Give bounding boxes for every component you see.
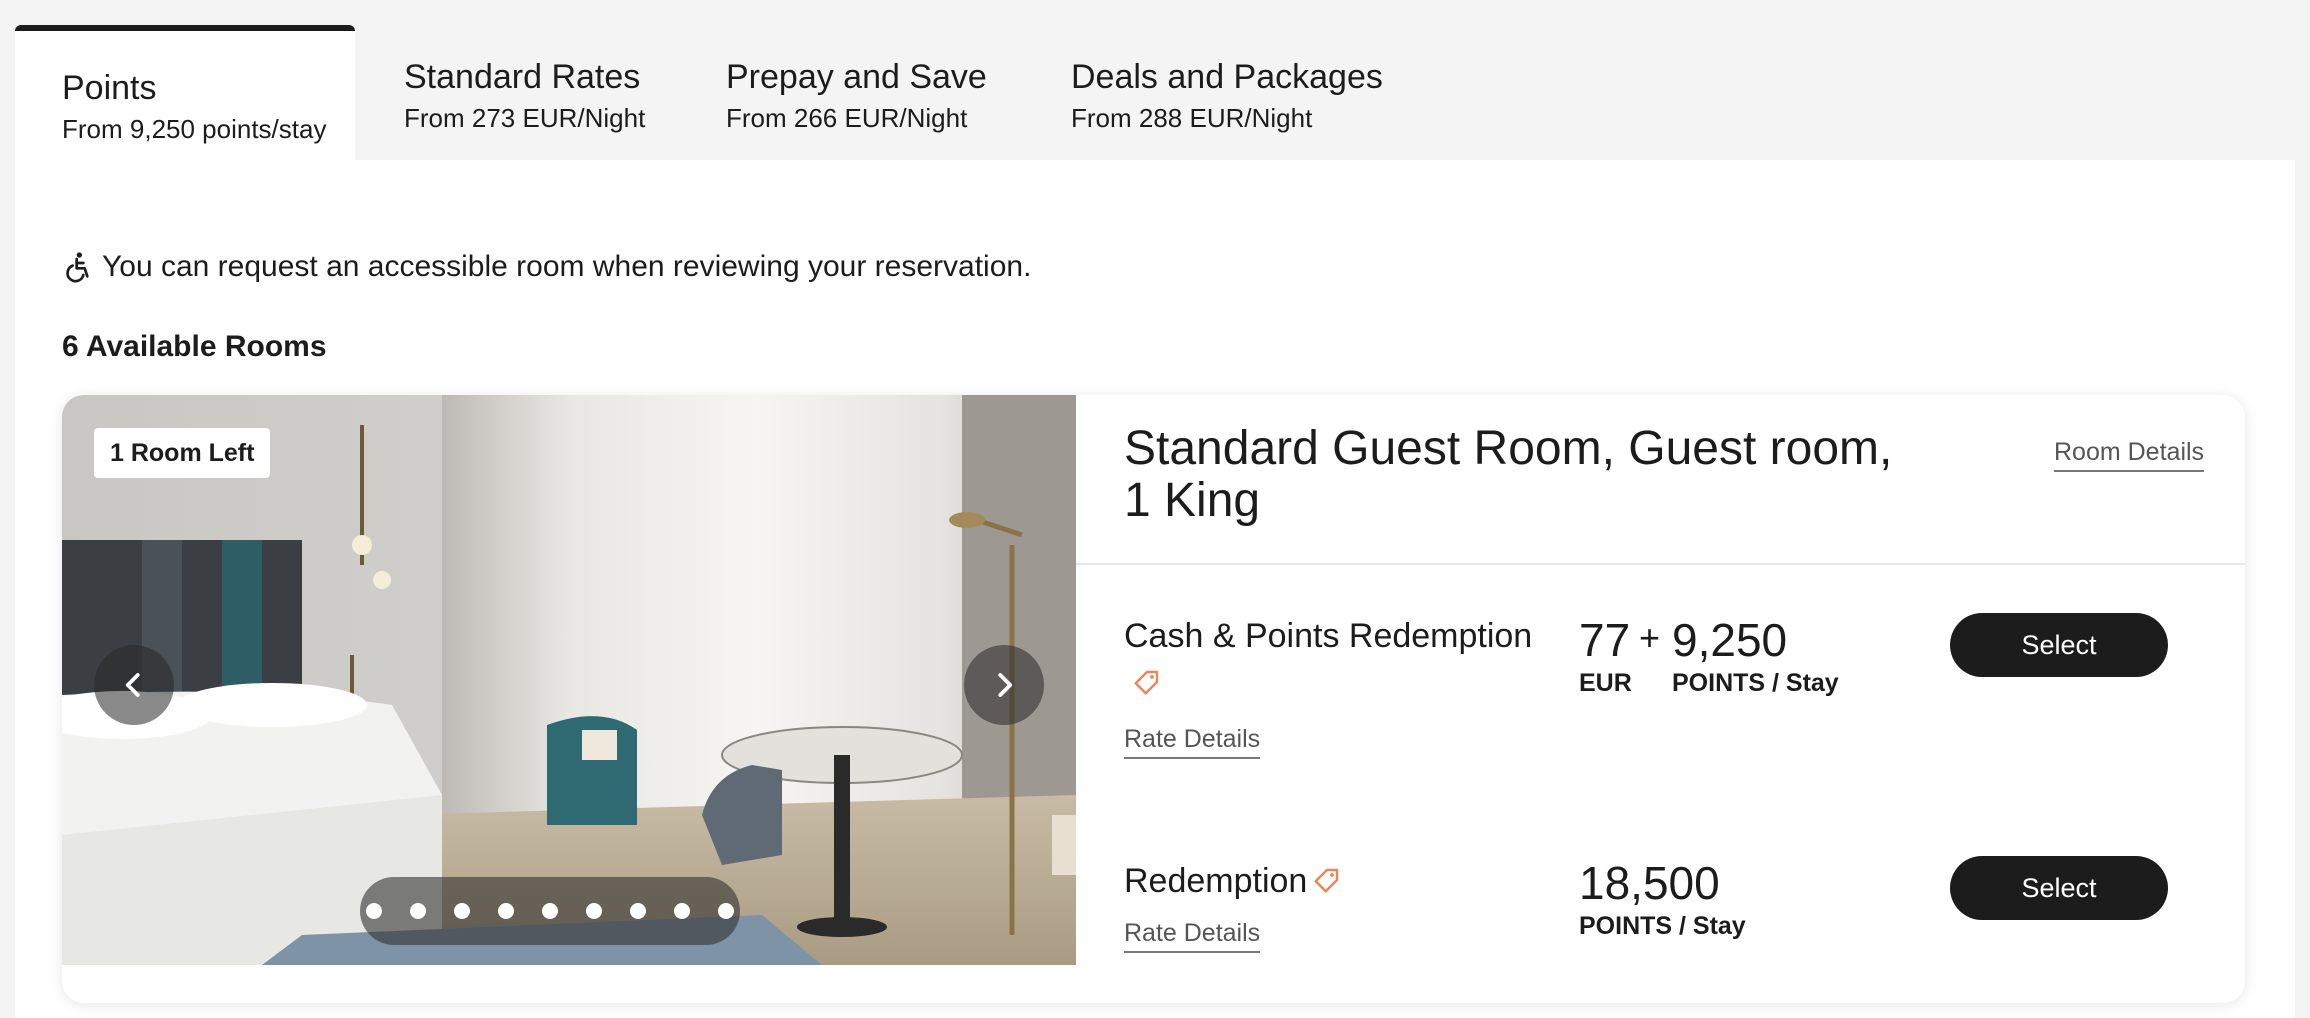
carousel-dot[interactable] — [674, 903, 690, 919]
carousel-dot[interactable] — [630, 903, 646, 919]
tab-subtitle: From 273 EUR/Night — [404, 103, 646, 133]
carousel-dot[interactable] — [366, 903, 382, 919]
carousel-prev-button[interactable] — [94, 645, 174, 725]
tab-deals-and-packages[interactable]: Deals and Packages From 288 EUR/Night — [1005, 25, 1385, 160]
points-amount: 9,250 — [1672, 614, 1788, 666]
points-amount: 18,500 — [1579, 857, 1720, 909]
carousel-pagination — [360, 877, 740, 945]
carousel-dot[interactable] — [410, 903, 426, 919]
tab-title: Standard Rates — [404, 58, 641, 96]
chevron-left-icon — [125, 673, 140, 697]
accessibility-text: You can request an accessible room when … — [102, 250, 1032, 283]
wheelchair-icon — [66, 252, 89, 283]
tab-title: Prepay and Save — [726, 58, 987, 96]
select-button[interactable]: Select — [1950, 613, 2168, 677]
carousel-dot[interactable] — [586, 903, 602, 919]
cash-unit: EUR — [1579, 669, 1632, 697]
carousel-dot[interactable] — [718, 903, 734, 919]
tag-icon — [1314, 868, 1339, 893]
tab-subtitle: From 266 EUR/Night — [726, 103, 968, 133]
room-title: Standard Guest Room, Guest room, 1 King — [1124, 422, 1893, 527]
accessibility-note: You can request an accessible room when … — [62, 250, 1031, 284]
tag-icon — [1134, 670, 1159, 695]
tab-points[interactable]: Points From 9,250 points/stay — [15, 25, 355, 160]
rooms-left-badge: 1 Room Left — [94, 428, 271, 478]
cash-amount: 77 — [1579, 614, 1631, 666]
rate-name: Cash & Points Redemption — [1124, 617, 1533, 655]
tab-title: Points — [62, 69, 157, 107]
carousel-dot[interactable] — [542, 903, 558, 919]
carousel-dot[interactable] — [454, 903, 470, 919]
points-unit: POINTS / Stay — [1579, 912, 1746, 940]
divider — [1076, 563, 2245, 565]
rate-name: Redemption — [1124, 862, 1308, 900]
tab-standard-rates[interactable]: Standard Rates From 273 EUR/Night — [355, 25, 675, 160]
tab-title: Deals and Packages — [1071, 58, 1383, 96]
tab-subtitle: From 288 EUR/Night — [1071, 103, 1313, 133]
plus-sign: + — [1639, 617, 1661, 658]
rate-tabs: Points From 9,250 points/stay Standard R… — [15, 25, 2295, 160]
tab-prepay-and-save[interactable]: Prepay and Save From 266 EUR/Night — [675, 25, 1005, 160]
chevron-right-icon — [998, 673, 1013, 697]
points-unit: POINTS / Stay — [1672, 669, 1839, 697]
select-button[interactable]: Select — [1950, 856, 2168, 920]
available-rooms-count: 6 Available Rooms — [62, 330, 327, 363]
rate-details-link[interactable]: Rate Details — [1124, 725, 1261, 759]
tab-subtitle: From 9,250 points/stay — [62, 114, 327, 144]
rate-details-link[interactable]: Rate Details — [1124, 919, 1261, 953]
room-details-link[interactable]: Room Details — [2054, 438, 2205, 472]
carousel-next-button[interactable] — [964, 645, 1044, 725]
room-card: 1 Room Left Standard Guest Room, Guest r… — [62, 395, 2245, 1003]
carousel-dot[interactable] — [498, 903, 514, 919]
room-photo-carousel: 1 Room Left — [62, 395, 1076, 965]
